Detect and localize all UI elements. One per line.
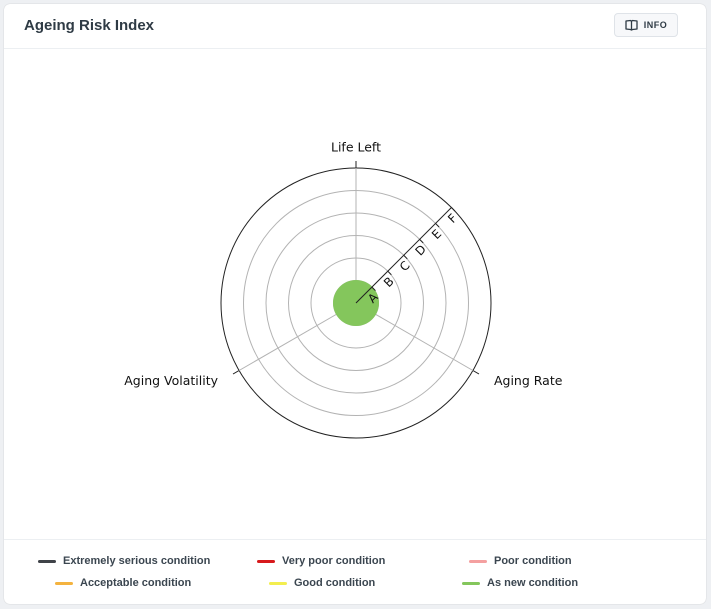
legend-swatch — [269, 581, 287, 585]
radar-ring-label: B — [381, 274, 397, 290]
legend-label: Extremely serious condition — [63, 555, 211, 567]
legend-item-as-new: As new condition — [462, 577, 578, 589]
ageing-risk-card: Ageing Risk Index INFO ABCDEF Life Left A… — [4, 4, 706, 604]
legend-label: Good condition — [294, 577, 376, 589]
radar-ring-label: E — [429, 227, 444, 242]
legend-item-very-poor: Very poor condition — [257, 555, 385, 567]
radar-ring-label: F — [445, 211, 460, 226]
legend-swatch — [38, 559, 56, 563]
legend-item-acceptable: Acceptable condition — [55, 577, 191, 589]
radar-scale: ABCDEF — [355, 207, 460, 306]
legend-label: Very poor condition — [282, 555, 386, 567]
radar-scale-tick — [451, 207, 456, 212]
radar-scale-tick — [419, 239, 424, 244]
legend-label: Acceptable condition — [80, 577, 192, 589]
legend: Extremely serious condition Very poor co… — [4, 539, 706, 605]
legend-swatch — [257, 559, 275, 563]
legend-label: Poor condition — [494, 555, 572, 567]
radar-ring-label: C — [397, 258, 413, 274]
radar-scale-tick — [435, 223, 440, 228]
legend-swatch — [462, 581, 480, 585]
legend-label: As new condition — [487, 577, 579, 589]
legend-item-good: Good condition — [269, 577, 375, 589]
radar-spoke-tick — [232, 370, 240, 375]
radar-axis-labels: Life Left Aging Rate Aging Volatility — [124, 140, 562, 389]
radar-chart: ABCDEF Life Left Aging Rate Aging Volatili… — [124, 140, 563, 439]
legend-swatch — [55, 581, 73, 585]
legend-swatch — [469, 559, 487, 563]
radar-spoke-tick — [472, 370, 480, 375]
radar-axis-label: Aging Volatility — [124, 373, 218, 388]
radar-scale-tick — [403, 254, 408, 260]
radar-axis-label: Life Left — [331, 140, 381, 155]
radar-axis-label: Aging Rate — [494, 373, 563, 388]
radar-spokes — [232, 161, 480, 375]
legend-item-poor: Poor condition — [469, 555, 572, 567]
legend-item-extremely-serious: Extremely serious condition — [38, 555, 210, 567]
radar-scale-tick — [387, 270, 392, 276]
